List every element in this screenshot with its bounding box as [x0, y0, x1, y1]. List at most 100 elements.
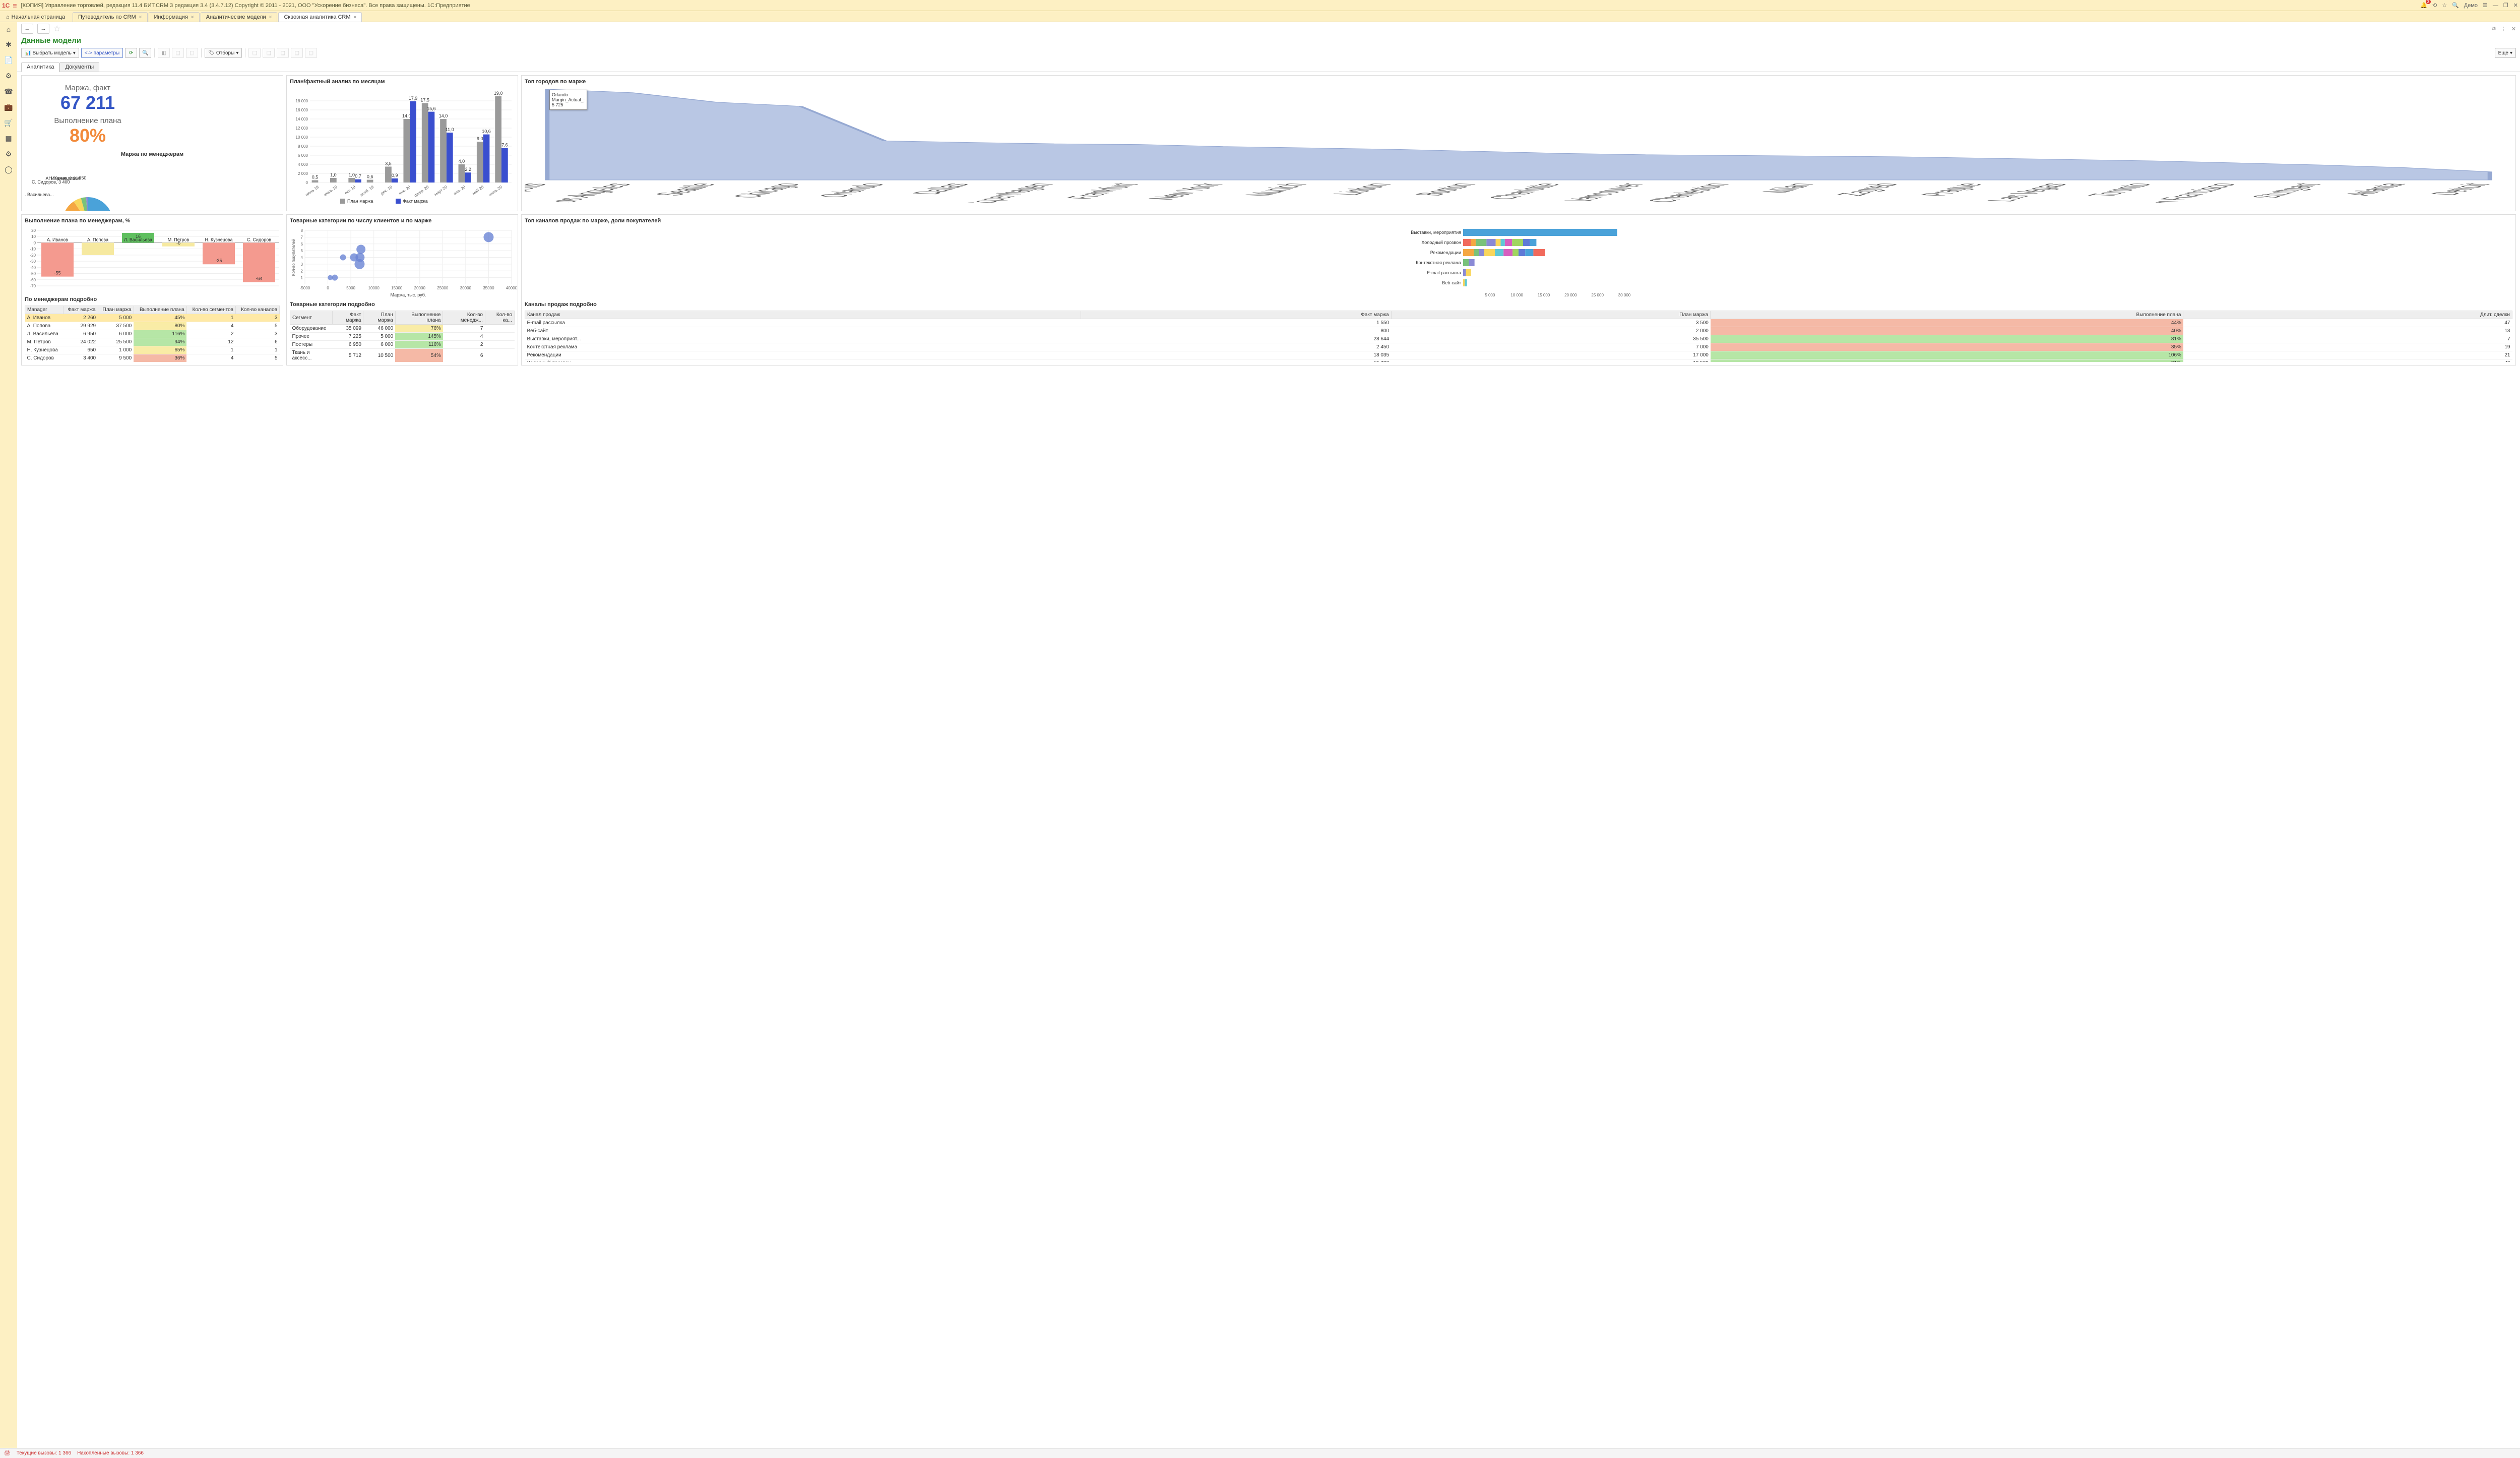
params-button[interactable]: <·> параметры [81, 48, 123, 58]
history-icon[interactable]: ⟲ [2432, 2, 2437, 9]
svg-text:Charleston: Charleston [1640, 183, 1737, 203]
toolbar: 📊 Выбрать модель ▾ <·> параметры ⟳ 🔍 ◧ ⬚… [17, 48, 2520, 60]
reset-button[interactable]: 🔍 [139, 48, 151, 58]
rail-cart-icon[interactable]: 🛒 [4, 118, 13, 127]
svg-text:Н. Кузнецова: Н. Кузнецова [205, 237, 232, 242]
table-row[interactable]: Прочее7 2255 000145%4 [290, 333, 515, 341]
svg-text:16: 16 [136, 234, 141, 239]
svg-text:Toronto: Toronto [2080, 183, 2159, 197]
tool-c[interactable]: ⬚ [186, 48, 198, 58]
svg-text:март 20: март 20 [433, 185, 448, 197]
close-icon[interactable]: × [354, 15, 357, 20]
panel-close-icon[interactable]: ✕ [2511, 26, 2516, 32]
cities-tooltip: Orlando Margin_Actual_: 5 725 [549, 90, 587, 110]
svg-text:0: 0 [327, 286, 329, 290]
rail-gear-icon[interactable]: ⚙ [6, 150, 12, 158]
svg-text:17,9: 17,9 [409, 96, 418, 101]
tool-e[interactable]: ⬚ [263, 48, 275, 58]
panel-channels: Топ каналов продаж по марже, доли покупа… [521, 214, 2516, 366]
menu-icon[interactable]: ≡ [13, 2, 17, 10]
tab-item[interactable]: Аналитические модели× [201, 12, 278, 22]
tool-b[interactable]: ⬚ [172, 48, 184, 58]
tool-h[interactable]: ⬚ [305, 48, 317, 58]
close-icon[interactable]: × [139, 15, 142, 20]
rail-doc-icon[interactable]: 📄 [4, 56, 13, 65]
table-row[interactable]: E-mail рассылка1 5503 50044%47 [525, 319, 2512, 327]
table-row[interactable]: Н. Кузнецова6501 00065%11 [25, 346, 280, 354]
planfact-title: План/фактный анализ по месяцам [290, 79, 515, 85]
tool-a[interactable]: ◧ [158, 48, 170, 58]
more-icon[interactable]: ⋮ [2501, 26, 2506, 32]
settings-icon[interactable]: ☰ [2483, 2, 2488, 9]
tab-analytics[interactable]: Аналитика [21, 62, 59, 72]
svg-text:-10: -10 [30, 247, 36, 252]
tool-g[interactable]: ⬚ [291, 48, 303, 58]
table-row[interactable]: М. Петров24 02225 50094%126 [25, 338, 280, 346]
inner-tabs: Аналитика Документы [17, 60, 2520, 72]
tab-documents[interactable]: Документы [59, 62, 99, 72]
cities-title: Топ городов по марже [525, 79, 2512, 85]
table-row[interactable]: С. Сидоров3 4009 50036%45 [25, 354, 280, 362]
table-row[interactable]: А. Иванов2 2605 00045%13 [25, 314, 280, 322]
rail-globe-icon[interactable]: ◯ [5, 165, 13, 174]
restore-icon[interactable]: ❐ [2503, 2, 2508, 9]
table-row[interactable]: Контекстная реклама2 4507 00035%19 [525, 343, 2512, 351]
svg-text:Chicago: Chicago [725, 183, 808, 199]
svg-text:-5000: -5000 [300, 286, 310, 290]
panel-categories: Товарные категории по числу клиентов и п… [286, 214, 518, 366]
more-button[interactable]: Еще ▾ [2495, 48, 2516, 58]
table-row[interactable]: Веб-сайт8002 00040%13 [525, 327, 2512, 335]
svg-text:4: 4 [301, 256, 303, 260]
svg-text:8 000: 8 000 [298, 144, 308, 149]
tab-item[interactable]: Путеводитель по CRM× [73, 12, 148, 22]
nav-row: ← → ☆ ⧉ ⋮ ✕ [17, 22, 2520, 35]
rail-home-icon[interactable]: ⌂ [7, 25, 11, 33]
rail-flow-icon[interactable]: ⚙ [6, 72, 12, 80]
table-row[interactable]: Рекомендации18 03517 000106%21 [525, 351, 2512, 359]
tab-item[interactable]: Сквозная аналитика CRM× [278, 12, 362, 22]
svg-text:Выставки, мероприятия: Выставки, мероприятия [1411, 230, 1461, 235]
panel-plan-fact: План/фактный анализ по месяцам 02 0004 0… [286, 75, 518, 211]
refresh-button[interactable]: ⟳ [125, 48, 137, 58]
table-row[interactable]: Оборудование35 09946 00076%7 [290, 325, 515, 333]
rail-phone-icon[interactable]: ☎ [4, 87, 13, 96]
close-icon[interactable]: × [191, 15, 194, 20]
managers-table[interactable]: ManagerФакт маржаПлан маржаВыполнение пл… [25, 306, 280, 362]
rail-grid-icon[interactable]: ▦ [5, 134, 12, 143]
minimize-icon[interactable]: — [2493, 3, 2498, 9]
table-row[interactable]: Холодный прозвон15 73219 50081%40 [525, 359, 2512, 362]
filters-button[interactable]: 🏷 Отборы ▾ [205, 48, 242, 58]
tab-home[interactable]: ⌂ Начальная страница [2, 13, 69, 22]
tool-f[interactable]: ⬚ [277, 48, 289, 58]
table-row[interactable]: Постеры6 9506 000116%2 [290, 341, 515, 349]
close-icon[interactable]: × [269, 15, 272, 20]
link-icon[interactable]: ⧉ [2492, 26, 2496, 32]
forward-button[interactable]: → [37, 24, 49, 34]
table-row[interactable]: Выставки, мероприят...28 64435 50081%7 [525, 335, 2512, 343]
planfact-chart: 02 0004 0006 0008 00010 00012 00014 0001… [290, 87, 517, 208]
print-icon[interactable]: 🖨 [4, 1450, 11, 1456]
close-icon[interactable]: ✕ [2513, 2, 2518, 9]
table-row[interactable]: Л. Васильева6 9506 000116%23 [25, 330, 280, 338]
svg-text:25000: 25000 [437, 286, 449, 290]
kpi-plan-value: 80% [25, 125, 151, 146]
search-icon[interactable]: 🔍 [2452, 2, 2459, 9]
rail-bag-icon[interactable]: 💼 [4, 103, 13, 111]
channels-table[interactable]: Канал продажФакт маржаПлан маржаВыполнен… [525, 311, 2512, 362]
categories-table[interactable]: СегментФакт маржаПлан маржаВыполнение пл… [290, 311, 515, 362]
back-button[interactable]: ← [21, 24, 33, 34]
bell-icon[interactable]: 🔔3 [2420, 2, 2427, 9]
select-model-button[interactable]: 📊 Выбрать модель ▾ [21, 48, 79, 58]
svg-text:А. Попова: А. Попова [87, 237, 108, 242]
table-row[interactable]: А. Попова29 92937 50080%45 [25, 322, 280, 330]
favorite-icon[interactable]: ☆ [53, 24, 60, 34]
tool-d[interactable]: ⬚ [248, 48, 261, 58]
svg-text:нояб. 19: нояб. 19 [359, 185, 375, 198]
table-row[interactable]: Ткань и аксесс...5 71210 50054%6 [290, 349, 515, 362]
tab-item[interactable]: Информация× [149, 12, 200, 22]
svg-text:20 000: 20 000 [1564, 293, 1577, 297]
star-icon[interactable]: ☆ [2442, 2, 2447, 9]
rail-graph-icon[interactable]: ✱ [6, 40, 12, 49]
pbm-title: Выполнение плана по менеджерам, % [25, 218, 280, 224]
user-name[interactable]: Демо [2464, 3, 2478, 9]
